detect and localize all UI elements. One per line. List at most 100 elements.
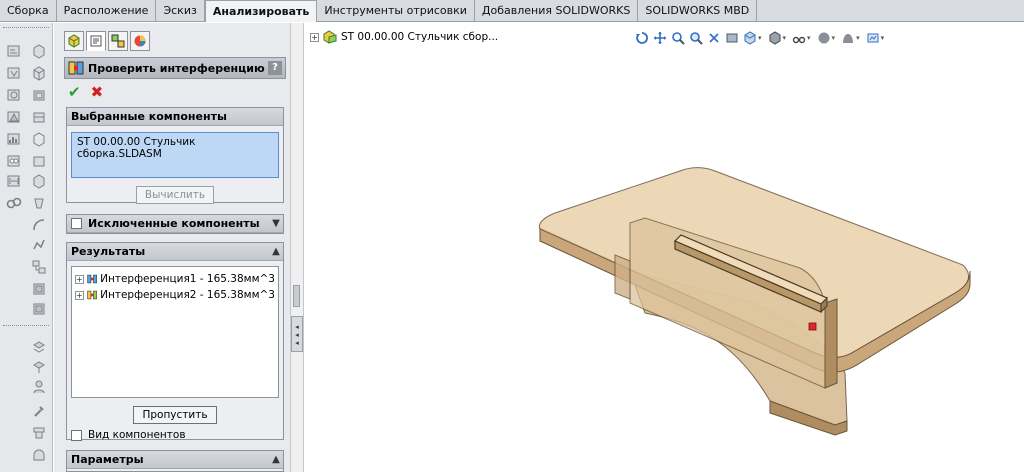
box-icon-3[interactable]	[31, 87, 47, 103]
box-icon-8[interactable]	[31, 195, 47, 211]
mass-properties-icon[interactable]	[6, 65, 22, 81]
tab-layout[interactable]: Расположение	[57, 0, 157, 22]
calculate-button[interactable]: Вычислить	[135, 186, 215, 204]
cancel-button[interactable]: ✖	[91, 83, 104, 101]
assembly-icon	[323, 30, 337, 44]
chevron-up-icon[interactable]: ▲	[269, 454, 283, 465]
tool-icon-3[interactable]	[31, 447, 47, 463]
graphics-area[interactable]: + ST 00.00.00 Стульчик сбор... ▾ ▾ ▾ ▾ ▾…	[305, 23, 1024, 472]
stool-assembly-model[interactable]	[525, 163, 985, 443]
interference-highlight[interactable]	[808, 322, 817, 331]
section-properties-icon[interactable]	[6, 87, 22, 103]
expand-icon[interactable]: +	[75, 274, 84, 284]
interference-blue-icon	[87, 274, 97, 284]
parameters-group: Параметры ▲	[66, 450, 284, 472]
tab-solidworks-mbd[interactable]: SOLIDWORKS MBD	[638, 0, 758, 22]
statistics-icon[interactable]	[6, 131, 22, 147]
ignore-button[interactable]: Пропустить	[133, 406, 217, 424]
ok-button[interactable]: ✔	[68, 83, 81, 101]
chevron-down-icon[interactable]: ▾	[758, 34, 762, 42]
panel-splitter[interactable]: ◂ ◂ ◂	[290, 23, 304, 472]
box-icon-7[interactable]	[31, 173, 47, 189]
chevron-down-icon[interactable]: ▾	[783, 34, 787, 42]
person-icon[interactable]	[31, 379, 47, 395]
selected-components-list[interactable]: ST 00.00.00 Стульчик сборка.SLDASM	[71, 132, 279, 178]
back-panel-step[interactable]	[614, 254, 631, 300]
box-icon-4[interactable]	[31, 109, 47, 125]
appearance-sphere-icon	[134, 35, 146, 47]
component-view-checkbox[interactable]	[71, 429, 82, 441]
curve-icon[interactable]	[31, 217, 47, 233]
collapse-panel-handle[interactable]: ◂ ◂ ◂	[291, 316, 303, 352]
layer-icon-1[interactable]	[31, 281, 47, 297]
expand-icon[interactable]: +	[310, 32, 319, 42]
zoom-to-fit-icon[interactable]	[671, 31, 685, 45]
tab-sketch[interactable]: Эскиз	[156, 0, 205, 22]
command-manager-tabs: Сборка Расположение Эскиз Анализировать …	[0, 0, 1024, 22]
results-header[interactable]: Результаты ▲	[67, 243, 283, 261]
box-icon-2[interactable]	[31, 65, 47, 81]
selected-components-header[interactable]: Выбранные компоненты	[67, 108, 283, 126]
parameters-header[interactable]: Параметры ▲	[67, 451, 283, 469]
back-panel-side[interactable]	[824, 298, 838, 389]
results-group: Результаты ▲ + Интерференция1 - 165.38мм…	[66, 242, 284, 441]
zoom-area-icon[interactable]	[689, 31, 703, 45]
sensor-icon[interactable]	[6, 109, 22, 125]
hide-show-items-icon[interactable]	[792, 31, 806, 45]
tab-assembly[interactable]: Сборка	[0, 0, 57, 22]
previous-view-icon[interactable]	[707, 31, 721, 45]
display-style-icon[interactable]	[768, 31, 782, 45]
layer-icon-2[interactable]	[31, 301, 47, 317]
box-icon-5[interactable]	[31, 131, 47, 147]
scrollbar-thumb[interactable]	[293, 285, 300, 307]
tab-markup-tools[interactable]: Инструменты отрисовки	[317, 0, 475, 22]
chevron-down-icon[interactable]: ▾	[856, 34, 860, 42]
hole-alignment-icon[interactable]	[6, 153, 22, 169]
chevron-up-icon[interactable]: ▲	[269, 246, 283, 257]
section-view-icon[interactable]	[725, 31, 739, 45]
flyout-feature-tree[interactable]: + ST 00.00.00 Стульчик сбор...	[310, 30, 498, 44]
chevron-down-icon[interactable]: ▾	[881, 34, 885, 42]
list-item[interactable]: + Интерференция1 - 165.38мм^3	[75, 271, 275, 287]
clearance-icon[interactable]	[6, 173, 22, 189]
chevron-down-icon[interactable]: ▾	[807, 34, 811, 42]
box-icon-1[interactable]	[31, 43, 47, 59]
pan-icon[interactable]	[653, 31, 667, 45]
tool-icon-1[interactable]	[31, 403, 47, 419]
toolbar-grip[interactable]	[3, 27, 49, 30]
chevron-down-icon[interactable]: ▾	[832, 34, 836, 42]
feature-manager-tab[interactable]	[64, 31, 84, 51]
toolbar-grip-2[interactable]	[3, 325, 49, 328]
manager-tabs	[64, 31, 150, 53]
results-list[interactable]: + Интерференция1 - 165.38мм^3 + Интерфер…	[71, 266, 279, 398]
excluded-components-group: Исключенные компоненты ▼	[66, 214, 284, 234]
assembly-tree-icon[interactable]	[31, 259, 47, 275]
chevron-down-icon[interactable]: ▼	[269, 218, 283, 229]
excluded-components-checkbox[interactable]	[71, 218, 82, 229]
help-button[interactable]: ?	[268, 61, 282, 75]
display-manager-tab[interactable]	[130, 31, 150, 51]
list-item[interactable]: ST 00.00.00 Стульчик сборка.SLDASM	[77, 136, 273, 160]
box-icon-6[interactable]	[31, 153, 47, 169]
rotate-view-icon[interactable]	[635, 31, 649, 45]
sheen-icon-1[interactable]	[31, 339, 47, 355]
property-manager-tab[interactable]	[86, 31, 106, 51]
view-orientation-icon[interactable]	[743, 31, 757, 45]
tool-icon-2[interactable]	[31, 425, 47, 441]
measure-icon[interactable]	[6, 43, 22, 59]
interference-link-icon[interactable]	[6, 195, 22, 211]
list-item[interactable]: + Интерференция2 - 165.38мм^3	[75, 287, 275, 303]
sheen-icon-2[interactable]	[31, 359, 47, 375]
tab-evaluate[interactable]: Анализировать	[204, 0, 318, 22]
plane-curve-icon[interactable]	[31, 237, 47, 253]
configuration-manager-tab[interactable]	[108, 31, 128, 51]
interference-detection-header: Проверить интерференцию компон... ?	[64, 57, 286, 79]
view-settings-icon[interactable]	[866, 31, 880, 45]
edit-appearance-icon[interactable]	[817, 31, 831, 45]
tab-solidworks-addins[interactable]: Добавления SOLIDWORKS	[475, 0, 639, 22]
expand-icon[interactable]: +	[75, 290, 84, 300]
apply-scene-icon[interactable]	[841, 31, 855, 45]
interference-detection-icon	[68, 61, 84, 75]
excluded-components-header[interactable]: Исключенные компоненты ▼	[67, 215, 283, 233]
component-view-option[interactable]: Вид компонентов	[71, 429, 279, 441]
